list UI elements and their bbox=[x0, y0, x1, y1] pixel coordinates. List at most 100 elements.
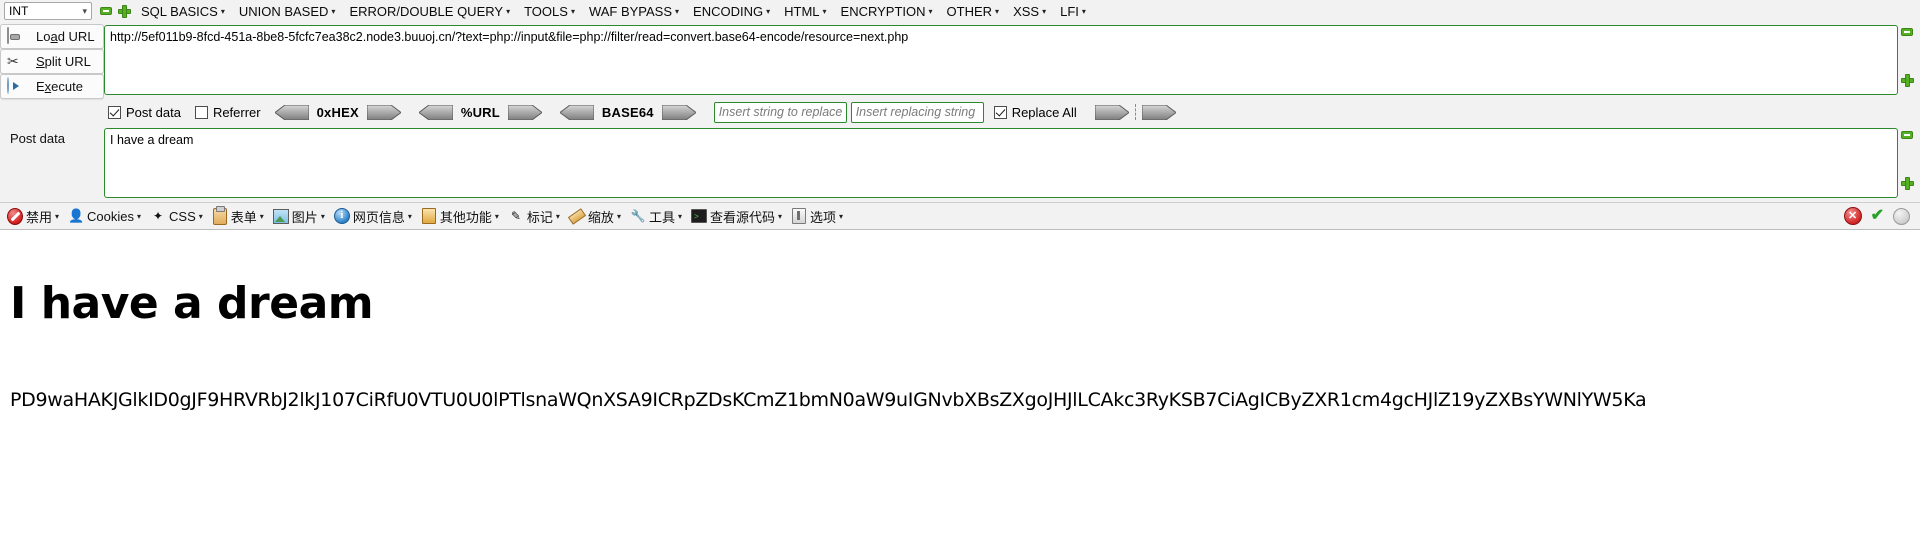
caret-down-icon: ▾ bbox=[1042, 7, 1047, 16]
menu-lfi[interactable]: LFI ▾ bbox=[1053, 2, 1093, 21]
menu-tools-label: TOOLS bbox=[524, 3, 568, 19]
caret-down-icon: ▾ bbox=[778, 212, 783, 221]
pencil-icon: ✎ bbox=[510, 209, 521, 223]
caret-down-icon: ▾ bbox=[259, 212, 264, 221]
grow-url-field-button[interactable] bbox=[1900, 74, 1914, 87]
devbar-item-view-source-label: 查看源代码 bbox=[709, 209, 775, 225]
search-string-input[interactable] bbox=[713, 101, 847, 123]
screen-icon bbox=[690, 208, 707, 226]
caret-down-icon: ▾ bbox=[220, 7, 225, 16]
post-data-checkbox-label: Post data bbox=[126, 104, 181, 120]
menu-tools[interactable]: TOOLS ▾ bbox=[517, 2, 582, 21]
menu-other[interactable]: OTHER ▾ bbox=[940, 2, 1007, 21]
page-heading: I have a dream bbox=[10, 278, 374, 329]
devbar-item-page-info[interactable]: i 网页信息 ▾ bbox=[331, 205, 418, 228]
grey-dot-icon[interactable] bbox=[1893, 207, 1910, 225]
arrow-left-icon[interactable] bbox=[418, 104, 453, 120]
devbar-status-group: ✕ ✔ bbox=[1843, 207, 1916, 225]
shrink-url-field-button[interactable] bbox=[1901, 28, 1913, 36]
devbar-item-resize[interactable]: 缩放 ▾ bbox=[566, 205, 627, 228]
load-url-label: Load URL bbox=[36, 29, 95, 44]
devbar-item-cookies-label: Cookies bbox=[87, 208, 134, 224]
menu-encoding[interactable]: ENCODING ▾ bbox=[686, 2, 777, 21]
execute-button[interactable]: Execute bbox=[0, 74, 104, 99]
menu-xss-label: XSS bbox=[1013, 3, 1040, 19]
check-icon[interactable]: ✔ bbox=[1871, 208, 1884, 224]
split-url-label: Split URL bbox=[36, 54, 91, 69]
error-badge-icon[interactable]: ✕ bbox=[1843, 207, 1862, 225]
load-url-button[interactable]: Load URL bbox=[0, 24, 104, 49]
devbar-item-tools-label: 工具 bbox=[648, 209, 675, 225]
picture-icon bbox=[272, 208, 289, 224]
post-data-input[interactable] bbox=[104, 128, 1898, 198]
caret-down-icon: ▾ bbox=[407, 212, 412, 221]
info-icon: i bbox=[333, 208, 350, 224]
menu-waf-bypass[interactable]: WAF BYPASS ▾ bbox=[582, 2, 686, 21]
caret-down-icon: ▾ bbox=[928, 7, 933, 16]
book-icon bbox=[421, 208, 437, 224]
devbar-item-disable-label: 禁用 bbox=[26, 209, 53, 225]
checkbox-icon bbox=[194, 105, 208, 119]
caret-down-icon: ▾ bbox=[616, 212, 621, 221]
replace-apply-arrow-icon[interactable] bbox=[1094, 104, 1129, 120]
arrow-left-icon[interactable] bbox=[274, 104, 309, 120]
page-content: I have a dream PD9waHAKJGlkID0gJF9HRVRbJ… bbox=[0, 278, 1920, 411]
menu-sql-basics[interactable]: SQL BASICS ▾ bbox=[134, 2, 232, 21]
devbar-item-misc-label: 其他功能 bbox=[439, 209, 492, 225]
url-field-column bbox=[104, 22, 1920, 95]
devbar-item-css[interactable]: ✦ CSS ▾ bbox=[147, 206, 209, 226]
url-converter-label: %URL bbox=[460, 104, 500, 120]
devbar-item-cookies[interactable]: 👤 Cookies ▾ bbox=[65, 206, 147, 226]
caret-down-icon: ▾ bbox=[331, 7, 336, 16]
hex-converter-label: 0xHEX bbox=[316, 104, 359, 120]
menu-lfi-label: LFI bbox=[1060, 3, 1079, 19]
devbar-item-view-source[interactable]: 查看源代码 ▾ bbox=[688, 205, 788, 228]
post-data-checkbox[interactable]: Post data bbox=[108, 105, 181, 120]
menu-error-double-query[interactable]: ERROR/DOUBLE QUERY ▾ bbox=[342, 2, 517, 21]
url-size-controls bbox=[1898, 22, 1916, 95]
devbar-item-forms[interactable]: 表单 ▾ bbox=[209, 205, 270, 228]
options-icon bbox=[791, 208, 807, 224]
devbar-item-disable[interactable]: 禁用 ▾ bbox=[4, 205, 65, 228]
split-url-button[interactable]: ✂ Split URL bbox=[0, 49, 104, 74]
arrow-right-icon[interactable] bbox=[661, 104, 696, 120]
caret-down-icon: ▾ bbox=[555, 212, 560, 221]
caret-down-icon: ▾ bbox=[198, 212, 203, 221]
menu-html[interactable]: HTML ▾ bbox=[777, 2, 833, 21]
arrow-right-icon[interactable] bbox=[366, 104, 401, 120]
url-row: Load URL ✂ Split URL Execute bbox=[0, 22, 1920, 99]
referrer-checkbox[interactable]: Referrer bbox=[194, 105, 261, 120]
menu-encoding-label: ENCODING bbox=[693, 3, 764, 19]
replace-secondary-arrow-icon[interactable] bbox=[1141, 104, 1176, 120]
caret-down-icon: ▾ bbox=[1081, 7, 1086, 16]
arrow-right-icon[interactable] bbox=[507, 104, 542, 120]
menu-xss[interactable]: XSS ▾ bbox=[1006, 2, 1053, 21]
devbar-item-tools[interactable]: 🔧 工具 ▾ bbox=[627, 205, 688, 228]
remove-tab-button[interactable] bbox=[99, 5, 112, 18]
menu-union-based[interactable]: UNION BASED ▾ bbox=[232, 2, 343, 21]
caret-down-icon: ▾ bbox=[766, 7, 771, 16]
add-tab-button[interactable] bbox=[118, 4, 131, 18]
replace-all-label: Replace All bbox=[1011, 104, 1077, 120]
deny-icon bbox=[7, 207, 23, 225]
devbar-item-forms-label: 表单 bbox=[230, 209, 257, 225]
post-data-size-controls bbox=[1898, 125, 1916, 198]
replace-all-checkbox[interactable]: Replace All bbox=[993, 104, 1077, 120]
url-input[interactable] bbox=[104, 25, 1898, 95]
base64-converter-label: BASE64 bbox=[601, 104, 654, 120]
toolbar-divider bbox=[1134, 104, 1136, 120]
grow-post-field-button[interactable] bbox=[1900, 177, 1914, 190]
devbar-item-misc[interactable]: 其他功能 ▾ bbox=[418, 205, 505, 228]
devbar-item-images[interactable]: 图片 ▾ bbox=[270, 205, 331, 228]
caret-down-icon: ▾ bbox=[677, 212, 682, 221]
checkbox-icon bbox=[993, 105, 1007, 119]
replacing-string-input[interactable] bbox=[850, 101, 984, 123]
type-select[interactable]: INT ▾ bbox=[4, 2, 92, 20]
devbar-item-outline[interactable]: ✎ 标记 ▾ bbox=[505, 205, 566, 228]
caret-down-icon: ▾ bbox=[137, 212, 142, 221]
arrow-left-icon[interactable] bbox=[559, 104, 594, 120]
caret-down-icon: ▾ bbox=[822, 7, 827, 16]
shrink-post-field-button[interactable] bbox=[1901, 131, 1913, 139]
menu-encryption[interactable]: ENCRYPTION ▾ bbox=[834, 2, 940, 21]
devbar-item-options[interactable]: 选项 ▾ bbox=[788, 205, 849, 228]
